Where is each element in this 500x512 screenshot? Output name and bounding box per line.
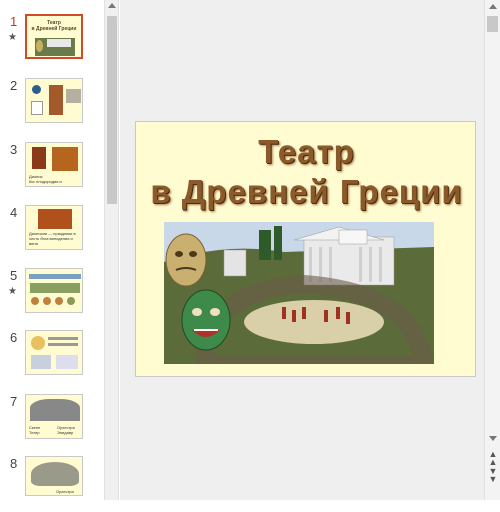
slide-number: 4 (10, 205, 18, 220)
slide-number: 5 (10, 268, 18, 283)
slide-title[interactable]: Театр в Древней Греции (136, 132, 477, 212)
slide-number: 7 (10, 394, 18, 409)
thumbnail-preview: Театр в Древней Греции (25, 14, 83, 59)
slide-thumbnail-5[interactable]: 5 ★ (0, 268, 104, 324)
thumbnail-preview (25, 330, 83, 375)
thumbnail-preview (25, 78, 83, 123)
slide-thumbnail-8[interactable]: 8 Орхестра (0, 456, 104, 512)
scroll-up-icon[interactable] (108, 3, 116, 8)
thumbnail-scrollbar[interactable] (104, 0, 119, 500)
slide-title-line-2: в Древней Греции (150, 173, 463, 210)
thumbnail-caption: Дионисии — праздники в честь бога виноде… (29, 231, 76, 246)
greek-theatre-image[interactable] (164, 222, 434, 364)
slide-number: 3 (10, 142, 18, 157)
slide-editor: Театр в Древней Греции (120, 0, 484, 500)
slide-thumbnail-3[interactable]: 3 Дионис бог плодородия и виноделия (0, 142, 104, 198)
slide-number: 1 (10, 14, 18, 29)
slide-thumbnail-2[interactable]: 2 (0, 78, 104, 134)
previous-slide-icon[interactable]: ▲ ▲ (488, 450, 498, 467)
slide-number: 2 (10, 78, 18, 93)
next-slide-icon[interactable]: ▼ ▼ (488, 467, 498, 484)
thumbnail-caption: Дионис бог плодородия и виноделия (29, 174, 62, 187)
slide-thumbnail-4[interactable]: 4 Дионисии — праздники в честь бога вино… (0, 205, 104, 261)
thumbnail-preview: Скене Театр Орхестра Эпидавр (25, 394, 83, 439)
thumbnail-caption-right: Орхестра Эпидавр (57, 425, 75, 435)
slide-title-line-1: Театр (258, 133, 355, 170)
thumbnail-preview: Дионисии — праздники в честь бога виноде… (25, 205, 83, 250)
slide-thumbnail-6[interactable]: 6 (0, 330, 104, 386)
theatre-illustration (164, 222, 434, 364)
thumbnail-preview: Дионис бог плодородия и виноделия (25, 142, 83, 187)
slide-number: 6 (10, 330, 18, 345)
animation-star-icon: ★ (8, 32, 17, 43)
scrollbar-thumb[interactable] (487, 16, 498, 32)
thumbnail-caption: Орхестра (56, 489, 74, 494)
editor-scrollbar[interactable]: ▲ ▲ ▼ ▼ (484, 0, 500, 500)
thumbnail-title: Театр в Древней Греции (31, 20, 77, 32)
scrollbar-thumb[interactable] (107, 16, 117, 204)
thumbnail-preview: Орхестра (25, 456, 83, 496)
slide-thumbnail-7[interactable]: 7 Скене Театр Орхестра Эпидавр (0, 394, 104, 450)
scroll-down-icon[interactable] (489, 436, 497, 441)
slide-thumbnail-pane: 1 ★ Театр в Древней Греции 2 3 Дионис бо… (0, 0, 104, 500)
slide-number: 8 (10, 456, 18, 471)
scroll-up-icon[interactable] (489, 4, 497, 9)
current-slide[interactable]: Театр в Древней Греции (135, 121, 476, 377)
animation-star-icon: ★ (8, 286, 17, 297)
thumbnail-preview (25, 268, 83, 313)
thumbnail-caption-left: Скене Театр (29, 425, 41, 435)
slide-thumbnail-1[interactable]: 1 ★ Театр в Древней Греции (0, 14, 104, 70)
